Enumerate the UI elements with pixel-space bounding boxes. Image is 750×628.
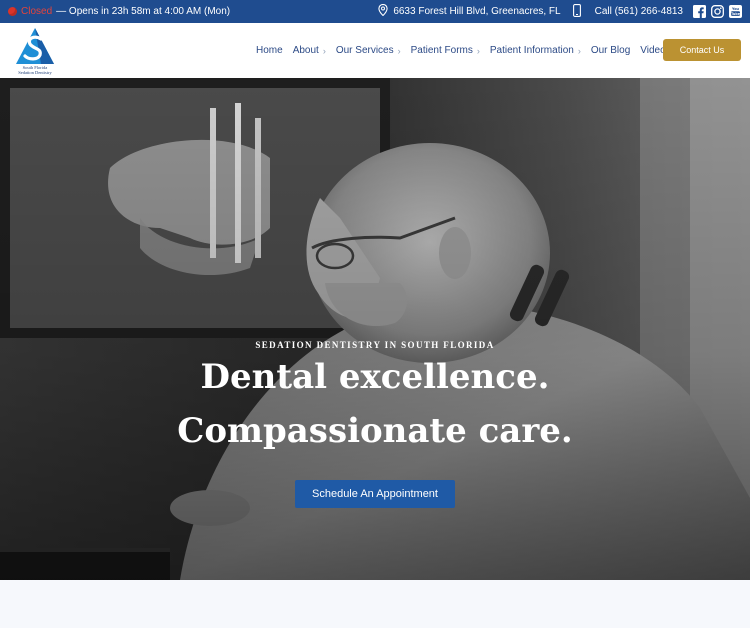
nav-label: Patient Forms [410,45,473,56]
address-link[interactable]: 6633 Forest Hill Blvd, Greenacres, FL [378,3,561,19]
nav-item-about[interactable]: About › [293,45,326,56]
instagram-icon[interactable] [711,5,724,18]
chevron-right-icon: › [476,45,480,56]
nav-item-our-services[interactable]: Our Services › [336,45,401,56]
top-info-bar: Closed — Opens in 23h 58m at 4:00 AM (Mo… [0,0,750,23]
mobile-phone-icon [572,3,581,20]
nav-item-our-blog[interactable]: Our Blog [591,45,630,56]
youtube-icon[interactable]: You Tube [729,5,742,18]
svg-text:Tube: Tube [731,12,741,16]
office-status: Closed — Opens in 23h 58m at 4:00 AM (Mo… [8,6,230,17]
phone-link[interactable]: Call (561) 266-4813 [595,6,683,17]
logo-mark-icon [16,28,54,64]
hours-text: — Opens in 23h 58m at 4:00 AM (Mon) [56,6,231,17]
nav-item-home[interactable]: Home [256,45,283,56]
contact-us-button[interactable]: Contact Us [663,39,741,61]
nav-label: About [292,45,319,56]
facebook-icon[interactable] [693,5,706,18]
hero-headline-line1: Dental excellence. [200,357,550,397]
schedule-appointment-button[interactable]: Schedule An Appointment [295,480,455,508]
phone-icon-link[interactable] [572,3,581,20]
chevron-right-icon: › [322,45,326,56]
below-hero-section [0,580,750,628]
closed-status-icon [8,7,17,16]
nav-label: Our Blog [590,45,631,56]
site-logo[interactable]: South Florida Sedation Dentistry [14,27,56,75]
logo-caption-2: Sedation Dentistry [18,70,52,75]
nav-label: Home [256,45,283,56]
address-text: 6633 Forest Hill Blvd, Greenacres, FL [393,6,561,17]
map-pin-icon [378,3,388,19]
site-header: South Florida Sedation Dentistry Home Ab… [0,23,750,78]
social-links: You Tube [693,5,742,18]
chevron-right-icon: › [577,45,581,56]
status-label: Closed [21,6,53,17]
hero-eyebrow: SEDATION DENTISTRY IN SOUTH FLORIDA [255,340,495,350]
chevron-right-icon: › [397,45,401,56]
nav-label: Patient Information [489,45,574,56]
nav-item-patient-information[interactable]: Patient Information › [490,45,581,56]
nav-label: Our Services [335,45,394,56]
hero-section: SEDATION DENTISTRY IN SOUTH FLORIDA Dent… [0,78,750,580]
svg-text:You: You [731,7,739,11]
main-nav: Home About › Our Services › Patient Forms ›… [256,23,681,78]
hero-headline-line2: Compassionate care. [177,411,573,451]
nav-item-patient-forms[interactable]: Patient Forms › [411,45,480,56]
phone-text: Call (561) 266-4813 [594,6,683,17]
